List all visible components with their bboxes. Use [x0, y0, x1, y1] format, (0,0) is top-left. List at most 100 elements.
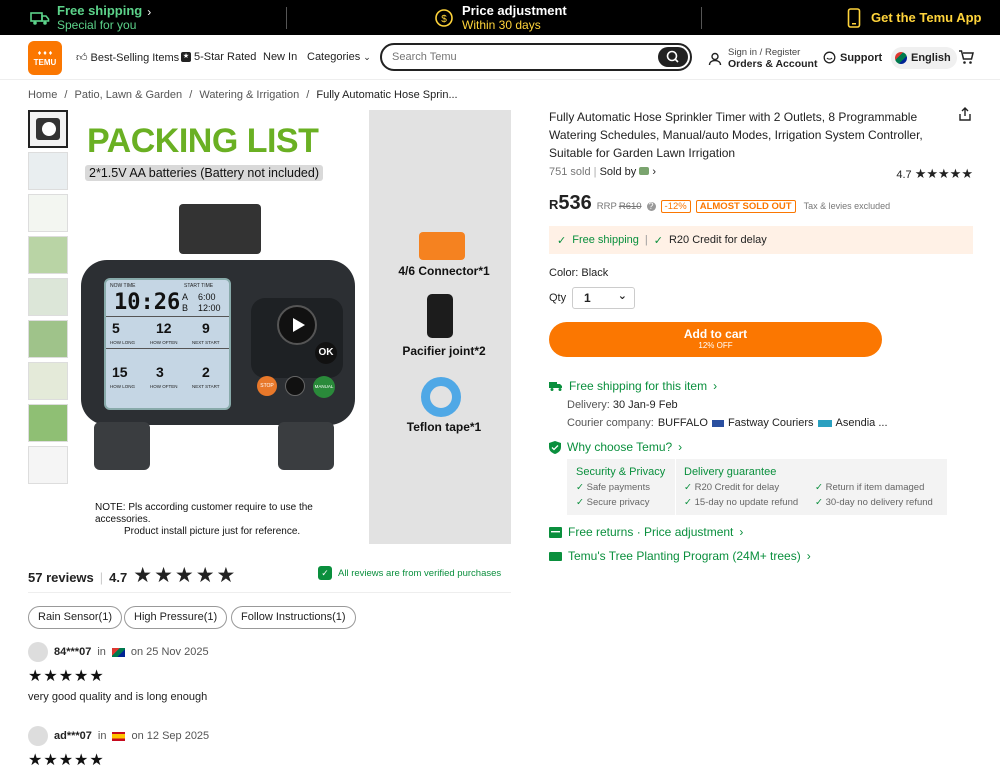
thumbnail-image[interactable]: [28, 152, 68, 190]
signin-label: Sign in / Register: [728, 47, 801, 58]
breadcrumb: Home / Patio, Lawn & Garden / Watering &…: [28, 89, 462, 101]
orders-label: Orders & Account: [728, 58, 818, 70]
get-app-promo[interactable]: Get the Temu App: [847, 0, 982, 35]
delivery-label: Delivery:: [567, 399, 610, 411]
thumbnail-image[interactable]: [28, 320, 68, 358]
breadcrumb-patio[interactable]: Patio, Lawn & Garden: [75, 89, 183, 101]
add-to-cart-button[interactable]: Add to cart 12% OFF: [549, 322, 882, 357]
dollar-clock-icon: $: [435, 8, 453, 27]
thumbnail-image[interactable]: [28, 236, 68, 274]
free-returns-link[interactable]: Free returns · Price adjustment ›: [549, 525, 743, 539]
connector-image: [419, 232, 465, 260]
review-user: 84***07: [54, 646, 92, 658]
security-item-label: Secure privacy: [586, 497, 650, 508]
nav-categories[interactable]: Categories ⌄: [307, 51, 371, 63]
almost-sold-out-badge: ALMOST SOLD OUT: [695, 200, 796, 213]
qty-value: 1: [584, 291, 591, 305]
security-item-label: Safe payments: [586, 482, 650, 493]
review-in: in: [97, 730, 107, 742]
qty-label: Qty: [549, 292, 567, 304]
delivery-item: ✓ Return if item damaged: [815, 482, 925, 493]
delivery-info: Delivery: 30 Jan-9 Feb: [567, 399, 678, 411]
play-icon: [293, 318, 305, 332]
cart-icon[interactable]: [958, 49, 974, 65]
price-adjust-title: Price adjustment: [462, 2, 567, 18]
search-input[interactable]: [392, 51, 652, 63]
svg-text:$: $: [441, 14, 447, 25]
product-rating[interactable]: 4.7 ★★★★★: [896, 166, 973, 182]
price-row: R 536 RRP R610 ? -12% ALMOST SOLD OUT Ta…: [549, 192, 890, 215]
thumbnail-image[interactable]: [28, 362, 68, 400]
logo-glyph: ♦ ♦ ♦: [37, 50, 53, 57]
quantity-select[interactable]: 1 ⌄: [572, 287, 635, 309]
breadcrumb-sep: /: [189, 89, 193, 101]
flag-es-icon: [112, 731, 126, 741]
rrp-value: R610: [618, 201, 642, 212]
temu-logo[interactable]: ♦ ♦ ♦ TEMU: [28, 41, 62, 75]
chevron-down-icon: ⌄: [363, 51, 371, 62]
language-selector[interactable]: English: [891, 47, 957, 69]
battery-note: 2*1.5V AA batteries (Battery not include…: [85, 165, 323, 181]
review-tag-chip[interactable]: Rain Sensor(1): [28, 606, 122, 629]
lcd-slot-a: 6:00: [198, 292, 216, 302]
discount-badge: -12%: [660, 200, 691, 213]
chevron-right-icon: ›: [713, 379, 718, 393]
breadcrumb-watering[interactable]: Watering & Irrigation: [199, 89, 299, 101]
thumbnail-image[interactable]: [28, 194, 68, 232]
info-icon[interactable]: ?: [646, 202, 656, 211]
support-link[interactable]: Support: [823, 51, 882, 64]
banner-free-shipping: Free shipping: [572, 234, 639, 246]
divider: [286, 7, 287, 29]
thumbnail-image[interactable]: [28, 278, 68, 316]
ok-button-graphic: OK: [315, 342, 337, 364]
free-shipping-sub: Special for you: [57, 17, 137, 32]
tree-icon: [549, 551, 562, 561]
video-play-button[interactable]: [277, 305, 317, 345]
reviews-count[interactable]: 57 reviews: [28, 570, 94, 585]
tree-program-link[interactable]: Temu's Tree Planting Program (24M+ trees…: [549, 549, 811, 563]
currency: R: [549, 197, 559, 212]
avatar: [28, 642, 48, 662]
review-tag-chip[interactable]: High Pressure(1): [124, 606, 228, 629]
rating-stars-icon: ★★★★★: [914, 166, 973, 181]
logo-text: TEMU: [33, 58, 57, 67]
sold-by-link[interactable]: Sold by ›: [600, 166, 657, 178]
install-note: NOTE: Pls according customer require to …: [95, 502, 365, 538]
share-icon[interactable]: [958, 106, 972, 122]
search-button[interactable]: [658, 47, 688, 67]
security-title: Security & Privacy: [576, 466, 666, 478]
nav-new-in[interactable]: New In: [263, 51, 297, 63]
account-menu[interactable]: Sign in / Register Orders & Account: [708, 47, 817, 70]
play-icon: [42, 122, 56, 136]
free-shipping-link[interactable]: Free shipping for this item ›: [549, 379, 717, 393]
price-adjustment-promo[interactable]: $ Price adjustment Within 30 days: [434, 0, 567, 35]
divider: [701, 7, 702, 29]
nav-five-star[interactable]: ★ 5-Star Rated: [181, 51, 256, 63]
main-product-image[interactable]: PACKING LIST 2*1.5V AA batteries (Batter…: [78, 110, 511, 544]
thumbnail-video[interactable]: [28, 110, 68, 148]
sold-count: 751 sold: [549, 166, 591, 178]
reviews-summary: 57 reviews | 4.7 ★★★★★: [28, 564, 237, 588]
review-text: very good quality and is long enough: [28, 691, 208, 703]
nav-best-selling[interactable]: 👍︎ Best-Selling Items: [76, 51, 179, 65]
promo-bar: Free shipping Special for you › $ Price …: [0, 0, 1000, 35]
free-shipping-title: Free shipping for this item: [569, 379, 708, 393]
thumbs-up-icon: 👍︎: [76, 52, 88, 64]
lcd-label: HOW OFTEN: [150, 340, 178, 345]
thumbnail-image[interactable]: [28, 404, 68, 442]
lcd-slot-a-label: A: [182, 292, 189, 302]
chevron-down-icon: ⌄: [617, 290, 627, 302]
returns-label: Free returns · Price adjustment: [568, 525, 734, 539]
verified-note: ✓ All reviews are from verified purchase…: [318, 566, 501, 580]
free-shipping-promo[interactable]: Free shipping Special for you ›: [30, 0, 151, 35]
breadcrumb-home[interactable]: Home: [28, 89, 57, 101]
color-label: Color: Black: [549, 267, 609, 279]
lcd-row2-howoften: 3: [156, 364, 164, 380]
why-choose-box: Security & Privacy ✓ Safe payments ✓ Sec…: [567, 459, 947, 515]
cart-label: Add to cart: [683, 327, 748, 341]
thumbnail-image[interactable]: [28, 446, 68, 484]
why-choose-link[interactable]: Why choose Temu? ›: [549, 440, 682, 454]
reviews-rating: 4.7: [109, 569, 128, 585]
user-icon: [708, 52, 722, 65]
review-tag-chip[interactable]: Follow Instructions(1): [231, 606, 356, 629]
